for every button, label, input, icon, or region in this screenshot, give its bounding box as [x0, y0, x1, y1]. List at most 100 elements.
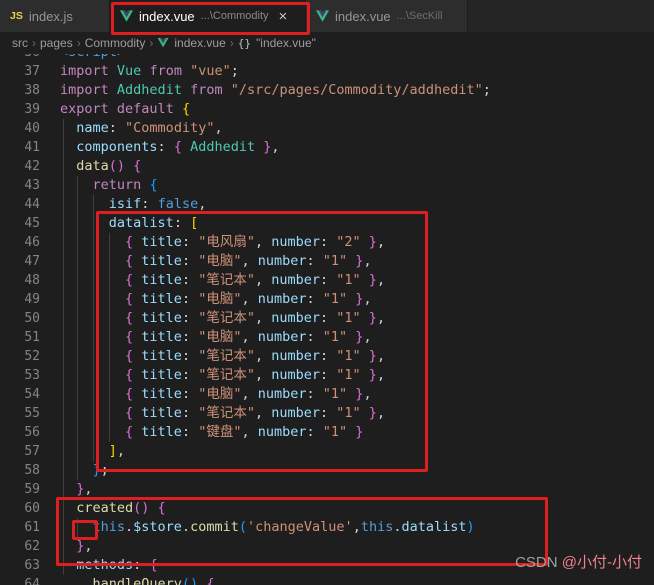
line-number: 63	[24, 558, 40, 573]
code-text: { title: "笔记本", number: "1" },	[125, 310, 386, 326]
code-text: data() {	[76, 158, 142, 174]
code-line-44[interactable]: 44 isif: false,	[0, 195, 654, 214]
tab-bar: JS index.js index.vue ...\Commodity × in…	[0, 0, 654, 32]
chevron-right-icon: ›	[76, 36, 81, 50]
code-line-48[interactable]: 48 { title: "笔记本", number: "1" },	[0, 271, 654, 290]
indent-guide	[63, 119, 64, 575]
code-line-36[interactable]: 36<script>	[0, 54, 654, 62]
code-text: import Vue from "vue";	[60, 63, 239, 79]
code-text: },	[76, 538, 93, 554]
line-number: 44	[24, 197, 40, 212]
code-text: name: "Commodity",	[76, 120, 223, 136]
breadcrumb-file[interactable]: index.vue	[174, 36, 225, 50]
watermark-user: @小付-小付	[561, 554, 642, 571]
tab-label: index.vue	[139, 8, 195, 24]
js-file-icon: JS	[10, 10, 23, 22]
watermark-prefix: CSDN	[515, 554, 562, 571]
code-line-61[interactable]: 61 this.$store.commit('changeValue',this…	[0, 518, 654, 537]
line-number: 38	[24, 83, 40, 98]
chevron-right-icon: ›	[32, 36, 36, 50]
line-number: 61	[24, 520, 40, 535]
code-text: { title: "笔记本", number: "1" },	[125, 367, 386, 383]
code-text: isif: false,	[108, 196, 207, 212]
tab-label: index.vue	[335, 8, 391, 24]
code-line-52[interactable]: 52 { title: "笔记本", number: "1" },	[0, 347, 654, 366]
tab-index-vue-commodity[interactable]: index.vue ...\Commodity ×	[110, 0, 306, 32]
tab-label: index.js	[28, 8, 73, 24]
code-text: { title: "笔记本", number: "1" },	[125, 405, 386, 421]
code-line-64[interactable]: 64 handleQuery() {	[0, 575, 654, 585]
code-line-57[interactable]: 57 ],	[0, 442, 654, 461]
line-number: 40	[24, 121, 40, 136]
breadcrumb-commodity[interactable]: Commodity	[85, 36, 146, 50]
code-text: { title: "电风扇", number: "2" },	[125, 234, 386, 250]
line-number: 64	[24, 577, 40, 585]
symbol-module-icon: {}	[237, 36, 252, 50]
code-text: created() {	[76, 500, 166, 516]
line-number: 52	[24, 349, 40, 364]
tab-index-js[interactable]: JS index.js	[0, 0, 110, 32]
code-text: { title: "电脑", number: "1" },	[125, 329, 372, 345]
code-line-51[interactable]: 51 { title: "电脑", number: "1" },	[0, 328, 654, 347]
vue-file-icon	[120, 10, 133, 22]
line-number: 42	[24, 159, 40, 174]
code-text: };	[92, 462, 109, 478]
code-text: <script>	[40, 54, 125, 62]
vscode-window: JS index.js index.vue ...\Commodity × in…	[0, 0, 654, 585]
code-line-42[interactable]: 42 data() {	[0, 157, 654, 176]
code-line-43[interactable]: 43 return {	[0, 176, 654, 195]
code-lines: 36<script>37import Vue from "vue"; 38 impo…	[0, 54, 654, 585]
code-text: this.$store.commit('changeValue',this.da…	[92, 519, 475, 535]
indent-guide	[93, 195, 94, 461]
line-number: 36	[0, 54, 40, 62]
code-line-49[interactable]: 49 { title: "电脑", number: "1" },	[0, 290, 654, 309]
breadcrumb-symbol-label[interactable]: "index.vue"	[256, 36, 316, 50]
code-line-50[interactable]: 50 { title: "笔记本", number: "1" },	[0, 309, 654, 328]
code-text: { title: "电脑", number: "1" },	[125, 291, 372, 307]
code-line-47[interactable]: 47 { title: "电脑", number: "1" },	[0, 252, 654, 271]
code-line-59[interactable]: 59 },	[0, 480, 654, 499]
code-line-58[interactable]: 58 };	[0, 461, 654, 480]
indent-guide	[77, 518, 78, 537]
line-number: 51	[24, 330, 40, 345]
code-line-40[interactable]: 40 name: "Commodity",	[0, 119, 654, 138]
line-number: 48	[24, 273, 40, 288]
code-line-60[interactable]: 60 created() {	[0, 499, 654, 518]
chevron-right-icon: ›	[149, 36, 154, 50]
line-number: 39	[24, 102, 40, 117]
code-line-56[interactable]: 56 { title: "键盘", number: "1" }	[0, 423, 654, 442]
code-line-54[interactable]: 54 { title: "电脑", number: "1" },	[0, 385, 654, 404]
code-line-55[interactable]: 55 { title: "笔记本", number: "1" },	[0, 404, 654, 423]
line-number: 60	[24, 501, 40, 516]
code-text: export default {	[60, 101, 191, 117]
indent-guide	[77, 176, 78, 480]
code-text: },	[76, 481, 93, 497]
code-line-41[interactable]: 41 components: { Addhedit },	[0, 138, 654, 157]
code-line-39[interactable]: 39 export default {	[0, 100, 654, 119]
code-line-37[interactable]: 37 import Vue from "vue";	[0, 62, 654, 81]
breadcrumb-pages[interactable]: pages	[40, 36, 73, 50]
line-number: 56	[24, 425, 40, 440]
code-text: { title: "键盘", number: "1" }	[125, 424, 364, 440]
code-text: import Addhedit from "/src/pages/Commodi…	[60, 82, 491, 98]
tab-index-vue-seckill[interactable]: index.vue ...\SecKill	[306, 0, 468, 32]
code-editor[interactable]: 36<script>37import Vue from "vue"; 38 impo…	[0, 54, 654, 585]
code-text: handleQuery() {	[92, 576, 215, 585]
close-icon[interactable]: ×	[279, 9, 288, 24]
breadcrumb-src[interactable]: src	[12, 36, 28, 50]
code-text: { title: "笔记本", number: "1" },	[125, 272, 386, 288]
line-number: 57	[24, 444, 40, 459]
line-number: 46	[24, 235, 40, 250]
chevron-right-icon: ›	[229, 36, 234, 50]
line-number: 45	[24, 216, 40, 231]
tab-description: ...\Commodity	[200, 10, 269, 22]
breadcrumb: src › pages › Commodity › index.vue › {}…	[0, 32, 654, 54]
code-line-53[interactable]: 53 { title: "笔记本", number: "1" },	[0, 366, 654, 385]
code-line-38[interactable]: 38 import Addhedit from "/src/pages/Commo…	[0, 81, 654, 100]
code-line-45[interactable]: 45 datalist: [	[0, 214, 654, 233]
code-text: { title: "笔记本", number: "1" },	[125, 348, 386, 364]
code-line-46[interactable]: 46 { title: "电风扇", number: "2" },	[0, 233, 654, 252]
code-text: { title: "电脑", number: "1" },	[125, 386, 372, 402]
code-text: ],	[108, 443, 126, 459]
line-number: 49	[24, 292, 40, 307]
